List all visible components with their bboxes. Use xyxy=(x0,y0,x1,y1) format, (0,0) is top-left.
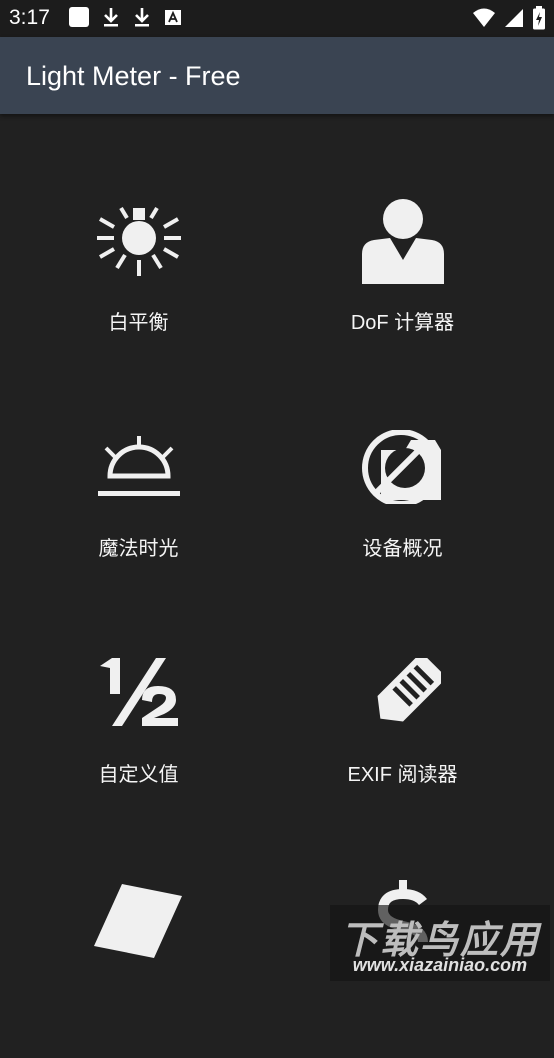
person-icon xyxy=(361,199,444,284)
menu-item-device-profile[interactable]: 设备概况 xyxy=(264,380,541,606)
menu-item-label: 白平衡 xyxy=(108,312,169,334)
sunrise-icon xyxy=(97,436,180,496)
watermark: 下载鸟应用 www.xiazainiao.com xyxy=(330,905,550,981)
watermark-url: www.xiazainiao.com xyxy=(352,955,528,975)
menu-item-label: DoF 计算器 xyxy=(350,312,455,334)
wifi-icon xyxy=(473,8,495,27)
status-bar: 3:17 xyxy=(0,0,554,37)
one-half-icon xyxy=(99,658,178,726)
menu-item-white-balance[interactable]: 白平衡 xyxy=(0,154,277,380)
status-system-icons xyxy=(472,6,546,30)
download-icon xyxy=(104,8,118,27)
camera-disabled-icon xyxy=(361,430,441,504)
menu-item-label: 魔法时光 xyxy=(98,538,179,560)
gray-card-icon xyxy=(93,884,182,958)
signal-icon xyxy=(505,9,523,27)
menu-item-label: 设备概况 xyxy=(362,538,443,560)
menu-item-magic-hour[interactable]: 魔法时光 xyxy=(0,380,277,606)
status-notification-icons xyxy=(68,6,183,28)
app-title: Light Meter - Free xyxy=(26,61,241,91)
menu-item-custom-values[interactable]: 自定义值 xyxy=(0,606,277,832)
menu-item-gray-card[interactable] xyxy=(0,832,277,1058)
font-icon xyxy=(165,10,181,25)
menu-item-exif-reader[interactable]: EXIF 阅读器 xyxy=(264,606,541,832)
menu-grid: 白平衡 DoF 计算器 魔法时光 设备概况 自定义值 EXIF 阅读器 xyxy=(0,114,554,984)
notification-square-icon xyxy=(69,7,89,27)
status-time: 3:17 xyxy=(9,6,50,29)
menu-item-label: 自定义值 xyxy=(98,764,179,786)
menu-item-label: EXIF 阅读器 xyxy=(347,764,458,786)
tag-icon xyxy=(377,658,441,722)
lightbulb-icon xyxy=(96,206,181,276)
battery-charging-icon xyxy=(533,6,545,30)
app-bar: Light Meter - Free xyxy=(0,37,554,114)
download-icon xyxy=(135,8,149,27)
menu-item-dof-calculator[interactable]: DoF 计算器 xyxy=(264,154,541,380)
